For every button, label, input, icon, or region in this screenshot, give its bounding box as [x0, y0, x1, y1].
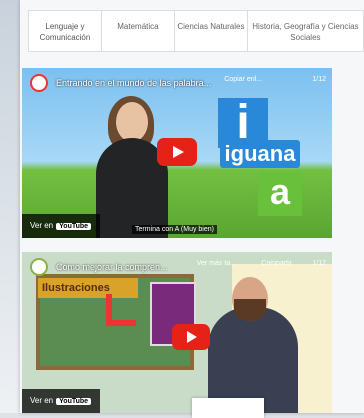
copy-link-button[interactable]: Copiar enl... — [224, 76, 262, 83]
playlist-count[interactable]: 1/12 — [312, 260, 326, 267]
word-tile: iguana — [220, 140, 300, 168]
subtitle-caption: Termina con A (Muy bien) — [132, 225, 217, 234]
video-player-1[interactable]: Entrando en el mundo de las palabra... C… — [22, 68, 332, 238]
youtube-logo: YouTube — [56, 398, 92, 405]
tab-lenguaje[interactable]: Lenguaje y Comunicación — [29, 11, 102, 51]
channel-avatar[interactable] — [30, 258, 48, 276]
tab-matematica[interactable]: Matemática — [102, 11, 175, 51]
subject-tabs: Lenguaje y Comunicación Matemática Cienc… — [28, 10, 364, 52]
channel-avatar[interactable] — [30, 74, 48, 92]
watch-on-youtube[interactable]: Ver en YouTube — [22, 214, 100, 238]
presenter-face — [116, 102, 148, 142]
watch-label: Ver en — [30, 221, 54, 230]
video-title[interactable]: Cómo mejorar la compren... — [56, 262, 168, 272]
letter-tile-a: a — [258, 172, 302, 216]
board-heading: Ilustraciones — [38, 278, 138, 298]
share-button[interactable]: Compartir — [261, 260, 292, 267]
watch-later-button[interactable]: Ver más ta... — [197, 260, 236, 267]
background-strip — [0, 0, 22, 413]
play-button[interactable] — [157, 138, 197, 166]
playlist-count[interactable]: 1/12 — [312, 76, 326, 83]
video-title[interactable]: Entrando en el mundo de las palabra... — [56, 78, 211, 88]
youtube-logo: YouTube — [56, 223, 92, 230]
tab-historia[interactable]: Historia, Geografía y Ciencias Sociales — [248, 11, 363, 51]
paper-edge — [192, 398, 264, 418]
tab-ciencias[interactable]: Ciencias Naturales — [175, 11, 248, 51]
watch-on-youtube[interactable]: Ver en YouTube — [22, 389, 100, 413]
video-player-2[interactable]: Ilustraciones Cómo mejorar la compren...… — [22, 252, 332, 413]
watch-label: Ver en — [30, 396, 54, 405]
play-button[interactable] — [172, 324, 210, 350]
presenter-beard — [234, 299, 266, 321]
arrow-shape — [106, 320, 136, 326]
